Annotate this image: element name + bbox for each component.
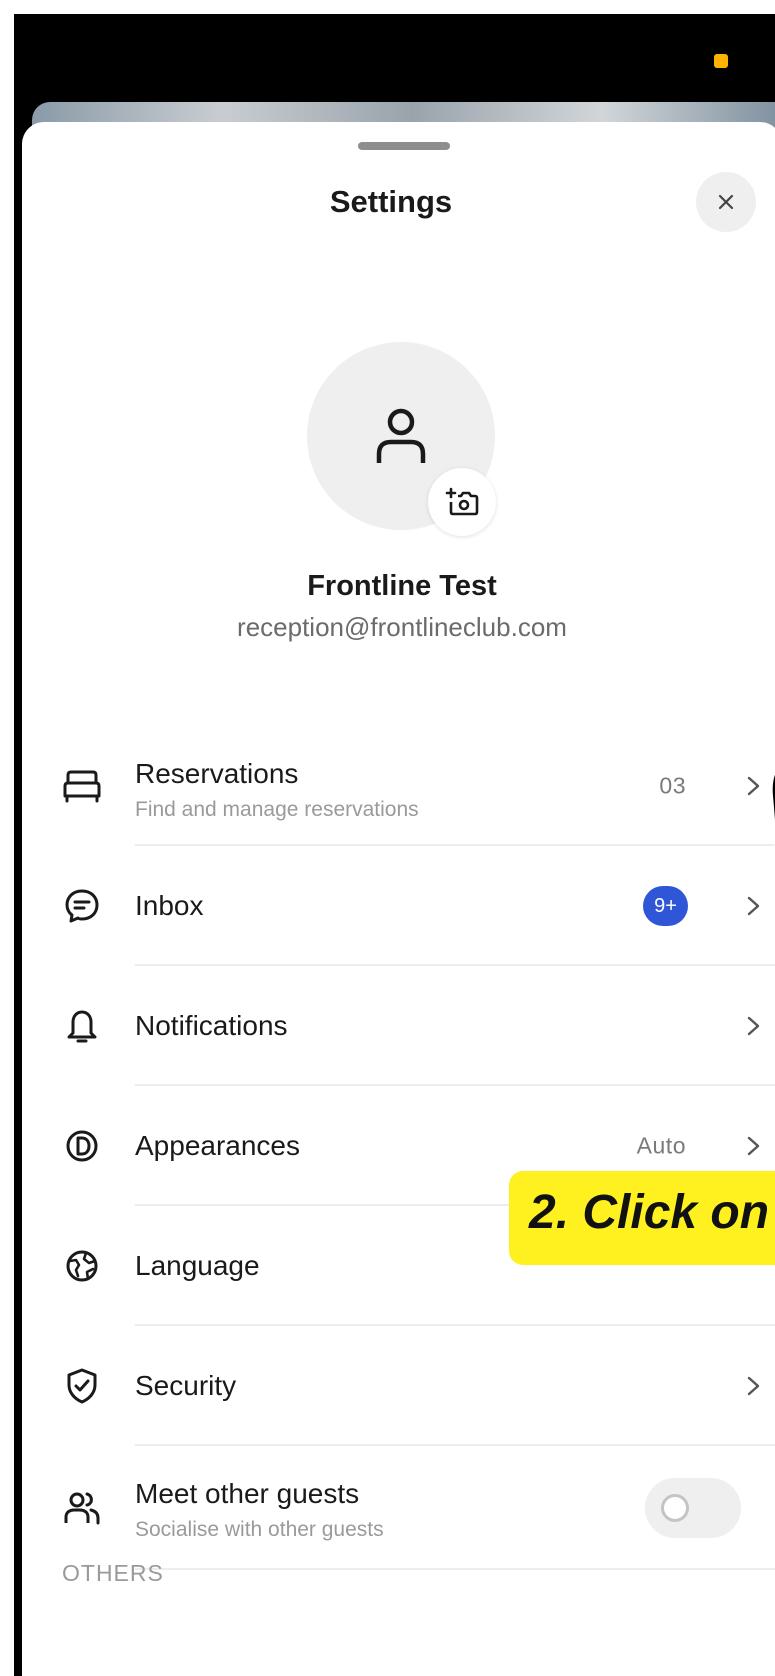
profile-email: reception@frontlineclub.com: [237, 612, 567, 642]
menu-item-reservations[interactable]: Reservations Find and manage reservation…: [22, 726, 775, 846]
menu-item-label: Reservations: [135, 758, 299, 789]
chevron-right-icon: [747, 1016, 760, 1036]
bed-icon: [62, 766, 102, 806]
menu-item-sublabel: Find and manage reservations: [135, 798, 419, 821]
menu-item-security[interactable]: Security: [22, 1326, 775, 1446]
page-title: Settings: [329, 184, 453, 219]
close-icon: [718, 194, 734, 210]
menu-item-label: Notifications: [135, 1010, 288, 1041]
menu-item-sublabel: Socialise with other guests: [135, 1518, 384, 1541]
globe-icon: [62, 1246, 102, 1286]
meet-guests-toggle[interactable]: [645, 1478, 741, 1538]
unread-badge: 9+: [643, 886, 688, 926]
add-photo-icon: [445, 487, 479, 516]
status-indicator-dot: [714, 54, 728, 68]
profile-name: Frontline Test: [307, 570, 497, 602]
people-icon: [62, 1488, 102, 1528]
phone-frame: Settings Frontline Test reception@frontl…: [14, 14, 775, 1676]
menu-item-label: Meet other guests: [135, 1478, 360, 1509]
divider: [135, 1568, 775, 1570]
annotation-arrow-icon: [770, 769, 775, 863]
chevron-right-icon: [747, 1136, 760, 1156]
user-icon: [376, 408, 426, 463]
change-photo-button[interactable]: [428, 468, 496, 536]
menu-item-label: Appearances: [135, 1130, 301, 1161]
settings-sheet: Settings Frontline Test reception@frontl…: [22, 122, 775, 1676]
chat-bubble-icon: [62, 886, 102, 926]
menu-item-label: Security: [135, 1370, 237, 1401]
toggle-knob: [661, 1494, 689, 1522]
section-header-others: OTHERS: [62, 1560, 164, 1586]
appearance-value: Auto: [636, 1132, 686, 1159]
settings-menu: Reservations Find and manage reservation…: [22, 726, 775, 1570]
chevron-right-icon: [747, 896, 760, 916]
menu-item-label: Inbox: [135, 890, 204, 921]
close-button[interactable]: [696, 172, 756, 232]
shield-icon: [62, 1366, 102, 1406]
menu-item-label: Language: [135, 1250, 260, 1281]
chevron-right-icon: [747, 776, 760, 796]
menu-item-inbox[interactable]: Inbox 9+: [22, 846, 775, 966]
chevron-right-icon: [747, 1376, 760, 1396]
annotation-text: 2. Click on: [529, 1186, 770, 1239]
menu-item-notifications[interactable]: Notifications: [22, 966, 775, 1086]
bell-icon: [62, 1006, 102, 1046]
sheet-grabber-handle[interactable]: [358, 142, 450, 150]
tutorial-annotation: 2. Click on: [509, 1171, 775, 1265]
appearance-icon: [62, 1126, 102, 1166]
menu-item-meet-other-guests: Meet other guests Socialise with other g…: [22, 1446, 775, 1570]
reservations-count: 03: [659, 772, 686, 799]
